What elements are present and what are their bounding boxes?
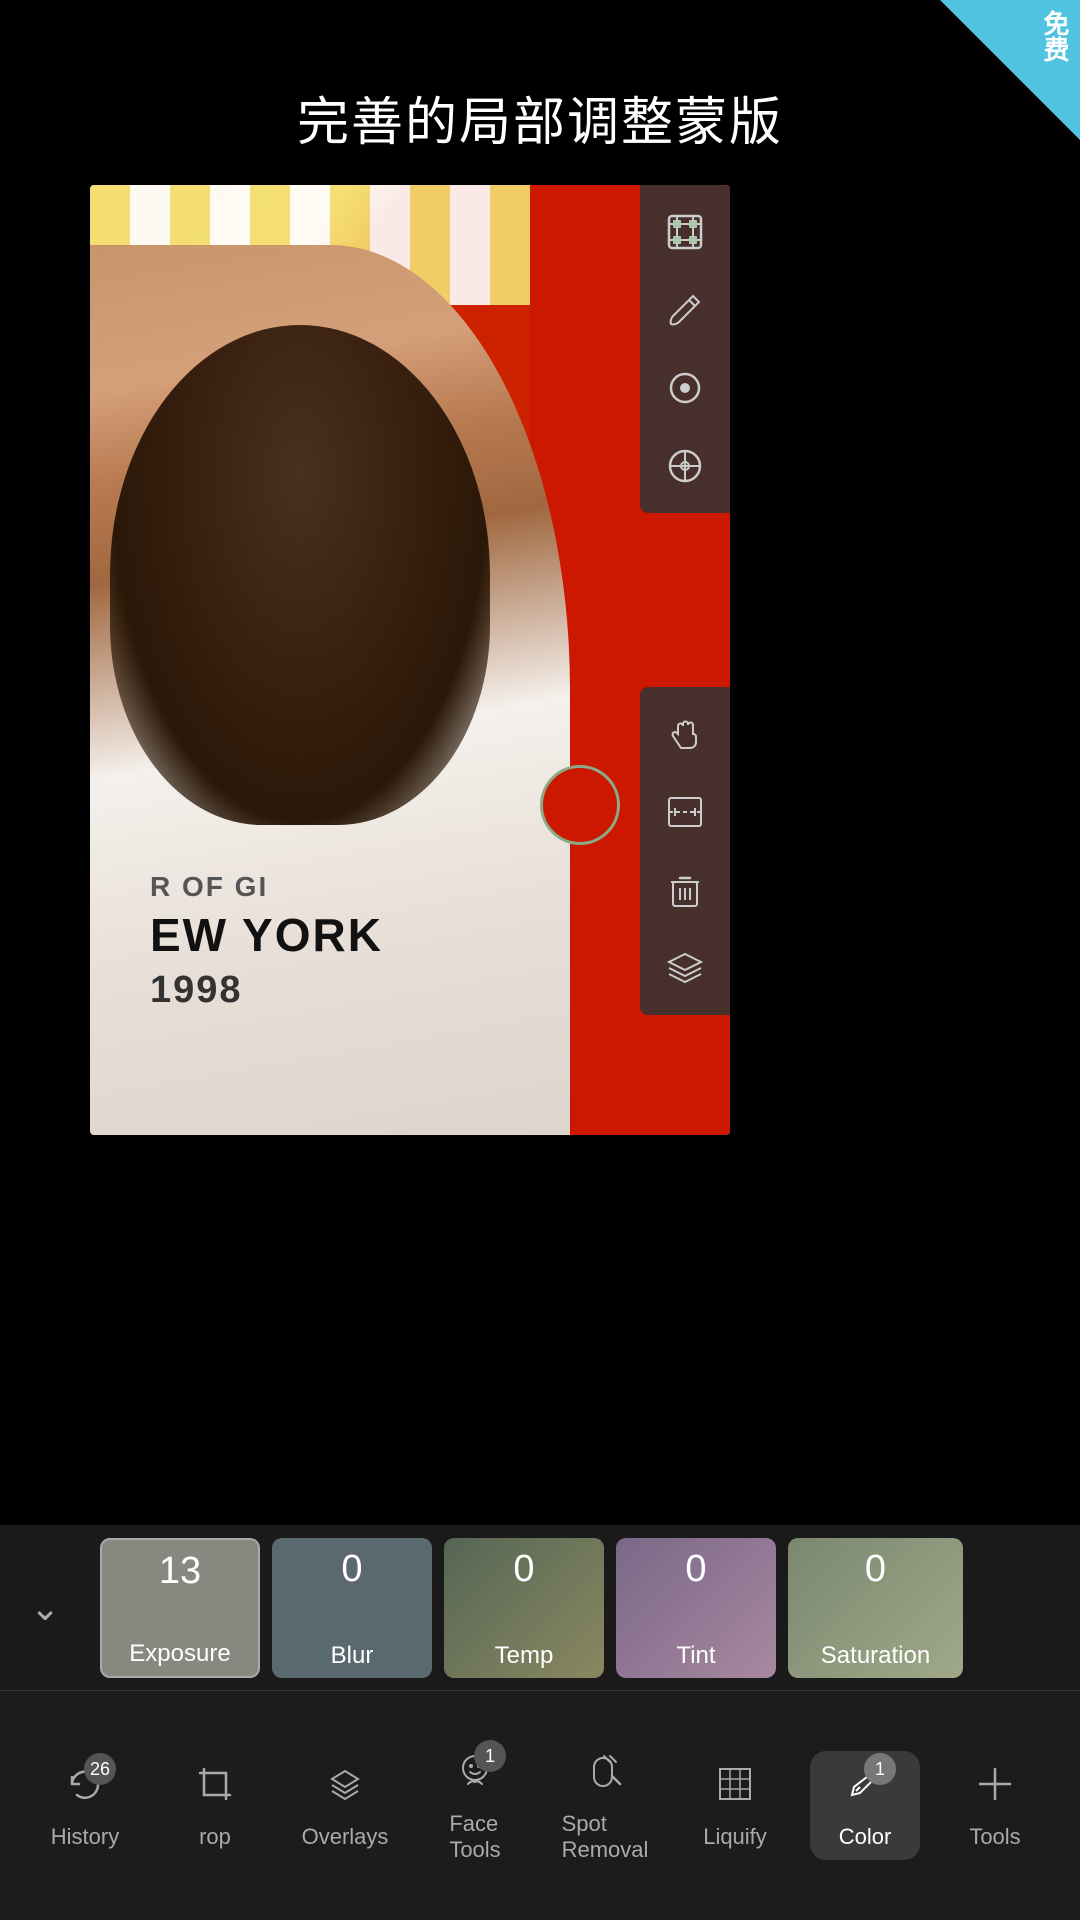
spot-removal-icon	[582, 1748, 628, 1805]
select-tool-button[interactable]	[640, 193, 730, 271]
hair-overlay	[110, 325, 490, 825]
temp-value: 0	[513, 1548, 534, 1591]
photo-canvas[interactable]: R OF GI EW YORK 1998	[90, 185, 730, 1135]
strip-collapse-arrow[interactable]: ⌄	[30, 1587, 60, 1629]
liquify-icon	[712, 1761, 758, 1818]
crop-icon	[192, 1761, 238, 1818]
color-badge: 1	[864, 1753, 896, 1785]
blur-label: Blur	[331, 1642, 374, 1670]
layers-tool-button[interactable]	[640, 929, 730, 1007]
adjustment-strip: ⌄ 13 Exposure 0 Blur 0 Temp 0 Tint 0 Sat…	[0, 1525, 1080, 1690]
radial-tool-button[interactable]	[640, 349, 730, 427]
navbar-color[interactable]: 1 Color	[810, 1751, 920, 1860]
saturation-adjustment[interactable]: 0 Saturation	[788, 1538, 963, 1678]
navbar-face-tools[interactable]: 1 FaceTools	[420, 1748, 530, 1863]
blur-adjustment[interactable]: 0 Blur	[272, 1538, 432, 1678]
saturation-value: 0	[865, 1548, 886, 1591]
bottom-navbar: 26 History rop Overlays	[0, 1690, 1080, 1920]
toolbar-top	[640, 185, 730, 513]
navbar-history[interactable]: 26 History	[30, 1761, 140, 1850]
history-icon: 26	[62, 1761, 108, 1818]
crop-label: rop	[199, 1824, 231, 1850]
tint-value: 0	[685, 1548, 706, 1591]
gradient-tool-button[interactable]	[640, 427, 730, 505]
temp-adjustment[interactable]: 0 Temp	[444, 1538, 604, 1678]
title-area: 完善的局部调整蒙版	[0, 0, 1080, 185]
brush-tool-button[interactable]	[640, 271, 730, 349]
color-label: Color	[839, 1824, 892, 1850]
exposure-value: 13	[159, 1550, 201, 1593]
exposure-adjustment[interactable]: 13 Exposure	[100, 1538, 260, 1678]
color-icon: 1	[842, 1761, 888, 1818]
tools-icon	[972, 1761, 1018, 1818]
navbar-liquify[interactable]: Liquify	[680, 1761, 790, 1850]
badge-text: 免费	[1037, 0, 1080, 62]
spot-removal-label: SpotRemoval	[562, 1811, 649, 1863]
navbar-spot-removal[interactable]: SpotRemoval	[550, 1748, 660, 1863]
navbar-overlays[interactable]: Overlays	[290, 1761, 400, 1850]
shirt-text-line1: R OF GI	[150, 869, 383, 905]
toolbar-bottom	[640, 687, 730, 1015]
face-tools-icon: 1	[452, 1748, 498, 1805]
saturation-label: Saturation	[821, 1642, 930, 1670]
navbar-crop[interactable]: rop	[160, 1761, 270, 1850]
shirt-text-line2: EW YORK	[150, 906, 383, 966]
history-label: History	[51, 1824, 119, 1850]
face-tools-badge: 1	[474, 1740, 506, 1772]
tint-label: Tint	[676, 1642, 715, 1670]
history-badge: 26	[84, 1753, 116, 1785]
exposure-label: Exposure	[129, 1640, 230, 1668]
blur-value: 0	[341, 1548, 362, 1591]
photo-background: R OF GI EW YORK 1998	[90, 185, 730, 1135]
face-tools-label: FaceTools	[449, 1811, 500, 1863]
tools-label: Tools	[969, 1824, 1020, 1850]
overlays-icon	[322, 1761, 368, 1818]
navbar-tools[interactable]: Tools	[940, 1761, 1050, 1850]
tint-adjustment[interactable]: 0 Tint	[616, 1538, 776, 1678]
flip-tool-button[interactable]	[640, 773, 730, 851]
overlays-label: Overlays	[302, 1824, 389, 1850]
hand-tool-button[interactable]	[640, 695, 730, 773]
delete-tool-button[interactable]	[640, 851, 730, 929]
temp-label: Temp	[495, 1642, 554, 1670]
page-title: 完善的局部调整蒙版	[0, 80, 1080, 155]
shirt-text-line3: 1998	[150, 966, 383, 1015]
radial-mask-indicator[interactable]	[540, 765, 620, 845]
liquify-label: Liquify	[703, 1824, 767, 1850]
